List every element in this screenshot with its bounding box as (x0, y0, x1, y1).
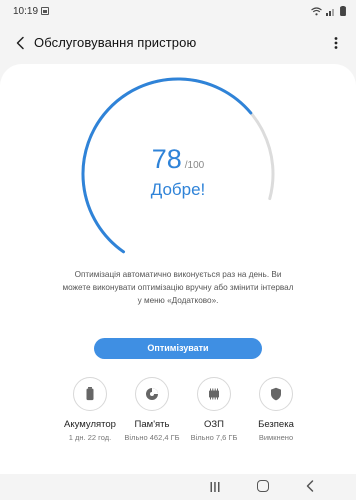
categories: Акумулятор 1 дн. 22 год. Пам'ять Вільно … (60, 377, 310, 467)
app-bar: Обслуговування пристрою (0, 26, 356, 60)
category-value: Вільно 462,4 ГБ (124, 433, 180, 442)
optimization-description: Оптимізація автоматично виконується раз … (62, 270, 294, 305)
status-icons (311, 6, 346, 16)
status-time: 10:19 (13, 6, 39, 17)
back-arrow-icon[interactable] (12, 34, 30, 52)
score-value: 78 (151, 144, 182, 174)
optimize-button[interactable]: Оптимізувати (94, 338, 262, 359)
category-circle (73, 377, 107, 411)
category-value: 1 дн. 22 год. (68, 433, 112, 442)
wifi-icon (311, 6, 322, 16)
device-care-card: 78/100 Добре! Оптимізація автоматично ви… (0, 64, 356, 474)
category-label: Безпека (258, 419, 294, 430)
category-circle (197, 377, 231, 411)
shield-icon (271, 387, 281, 401)
category-circle (135, 377, 169, 411)
score: 78/100 (0, 144, 356, 175)
status-bar: 10:19 (0, 0, 356, 24)
image-icon (41, 7, 49, 15)
category-circle (259, 377, 293, 411)
category-security[interactable]: Безпека Вимкнено (246, 377, 306, 443)
recents-icon[interactable] (209, 480, 221, 492)
category-value: Вимкнено (258, 433, 294, 442)
category-label: ОЗП (204, 419, 224, 430)
score-max: /100 (184, 160, 205, 171)
back-icon[interactable] (305, 479, 315, 493)
category-storage[interactable]: Пам'ять Вільно 462,4 ГБ (122, 377, 182, 443)
category-label: Пам'ять (134, 419, 170, 430)
ram-chip-icon (209, 388, 219, 400)
score-status: Добре! (150, 180, 206, 199)
category-value: Вільно 7,6 ГБ (190, 433, 238, 442)
navigation-bar (0, 474, 356, 500)
battery-icon (340, 6, 346, 16)
signal-icon (326, 7, 336, 16)
category-label: Акумулятор (64, 419, 116, 430)
page-title: Обслуговування пристрою (34, 35, 197, 50)
more-vertical-icon[interactable] (328, 34, 344, 52)
home-icon[interactable] (257, 480, 269, 492)
category-battery[interactable]: Акумулятор 1 дн. 22 год. (60, 377, 120, 443)
storage-icon (146, 388, 158, 400)
device-care-screen: 10:19 Обслуговування пристрою 78 /100 До… (0, 0, 356, 500)
category-ram[interactable]: ОЗП Вільно 7,6 ГБ (184, 377, 244, 443)
battery-icon (86, 387, 94, 401)
